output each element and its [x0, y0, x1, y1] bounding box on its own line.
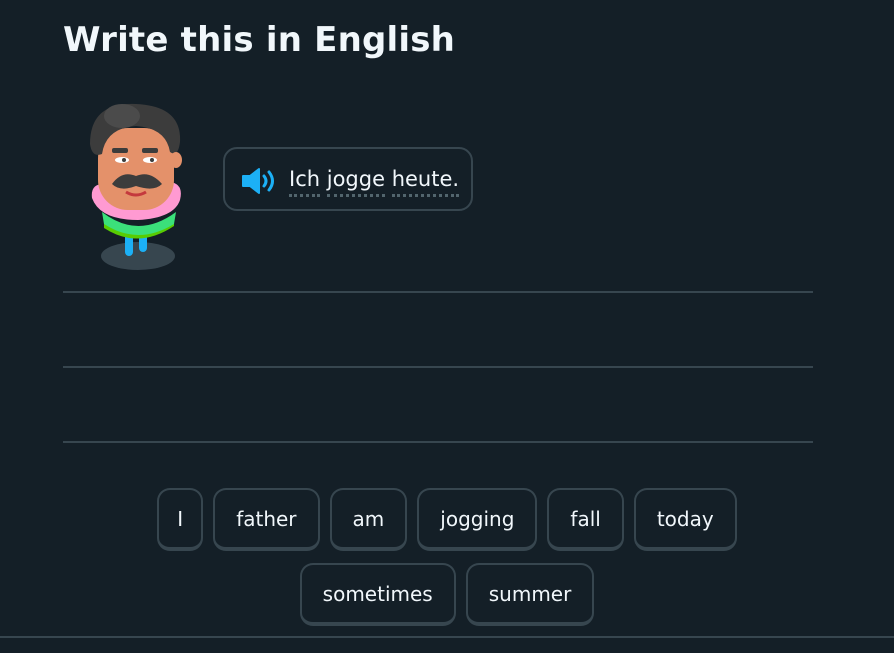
exercise-page: Write this in English Ich jogge heute. I… [0, 0, 894, 653]
prompt-sentence: Ich jogge heute. [289, 167, 460, 197]
word-chip-sometimes[interactable]: sometimes [299, 563, 456, 626]
word-chip-fall[interactable]: fall [547, 488, 624, 551]
word-chip-father[interactable]: father [213, 488, 320, 551]
word-chip-summer[interactable]: summer [465, 563, 595, 626]
speaker-icon[interactable] [241, 167, 279, 195]
answer-line [63, 441, 813, 443]
word-chip-i[interactable]: I [157, 488, 204, 551]
prompt-word[interactable]: heute. [391, 167, 460, 197]
prompt-word[interactable]: jogge [326, 167, 386, 197]
speech-bubble: Ich jogge heute. [223, 147, 473, 211]
word-chip-today[interactable]: today [633, 488, 737, 551]
page-title: Write this in English [63, 20, 456, 60]
word-chip-am[interactable]: am [329, 488, 408, 551]
footer-divider [0, 636, 894, 638]
word-chip-jogging[interactable]: jogging [417, 488, 538, 551]
answer-line [63, 366, 813, 368]
answer-line [63, 291, 813, 293]
word-bank-row-2: sometimes summer [0, 563, 894, 626]
prompt-word[interactable]: Ich [289, 167, 321, 197]
word-bank-row-1: I father am jogging fall today [0, 488, 894, 551]
character-avatar [82, 100, 188, 278]
